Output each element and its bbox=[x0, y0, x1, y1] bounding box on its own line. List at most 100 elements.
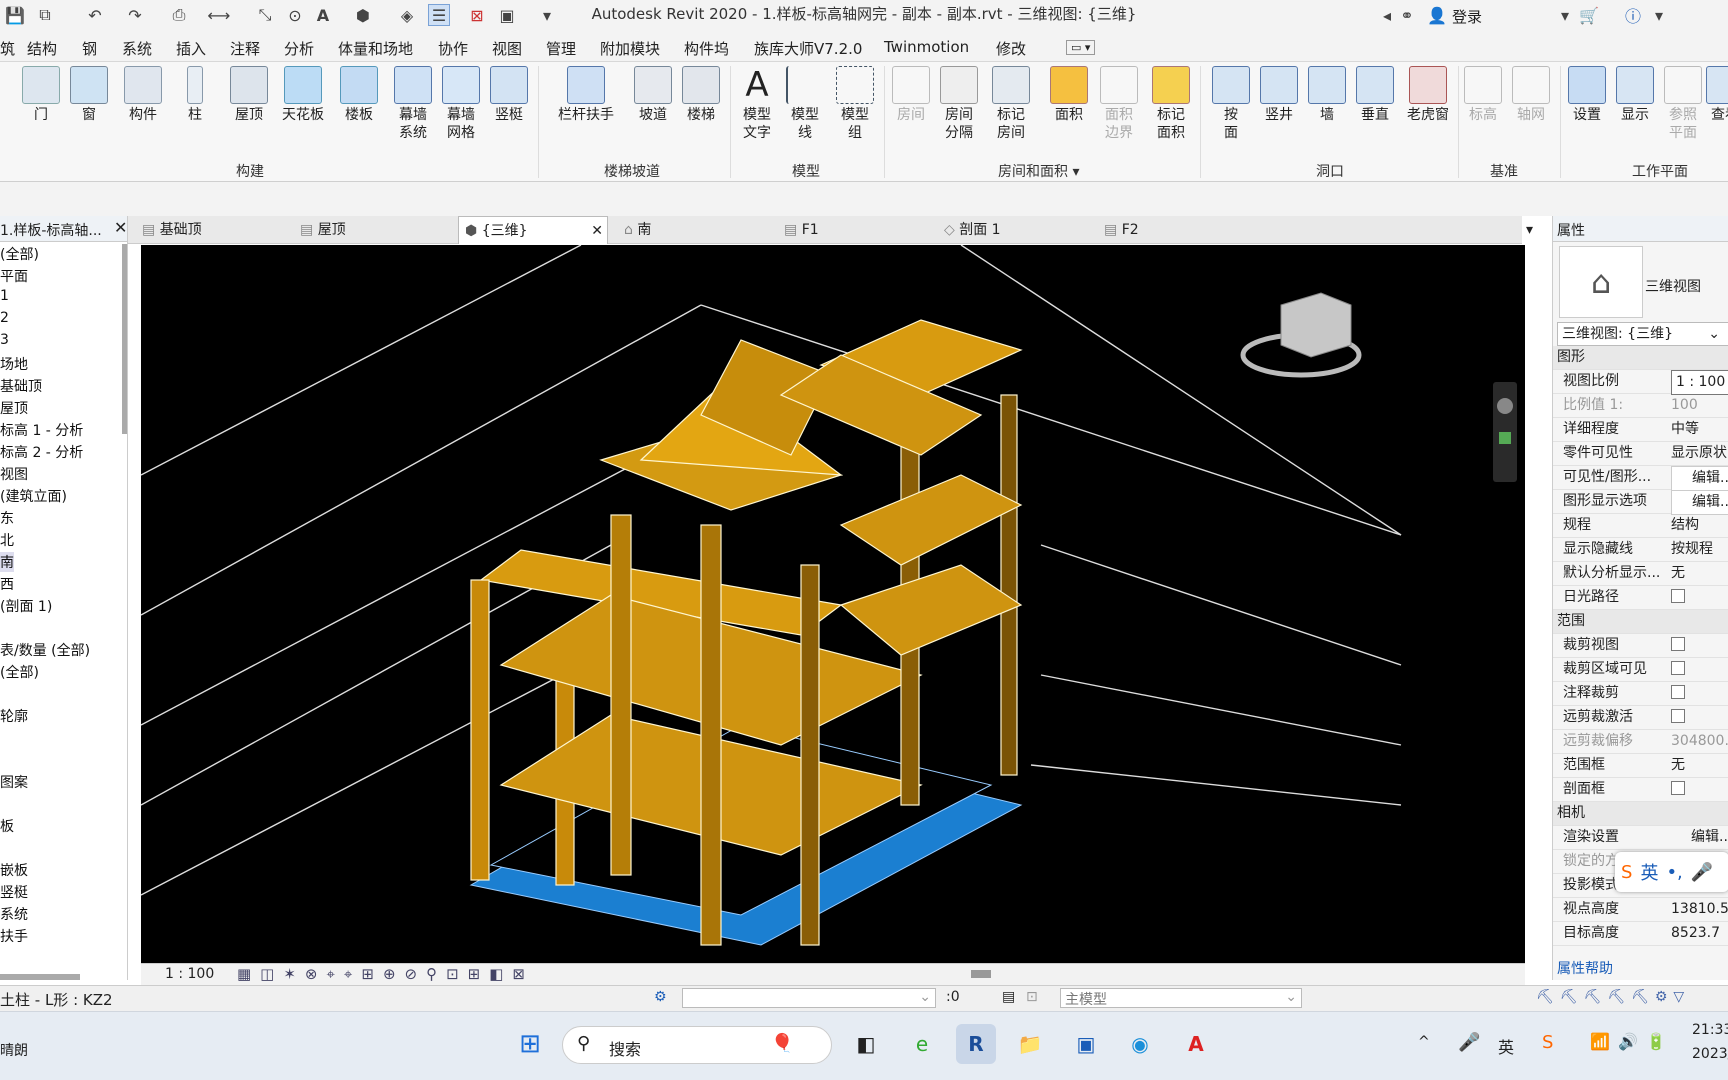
design-options-icon[interactable]: ⊡ bbox=[1026, 989, 1038, 1005]
wall-opening-button[interactable]: 墙 bbox=[1302, 66, 1352, 124]
area-button[interactable]: 面积 bbox=[1044, 66, 1094, 124]
steering-wheel-icon[interactable] bbox=[1497, 398, 1513, 414]
close-icon[interactable]: ✕ bbox=[591, 217, 603, 245]
component-button[interactable]: 构件 bbox=[118, 66, 168, 124]
tree-item[interactable]: 场地 bbox=[0, 354, 28, 374]
tree-item[interactable]: (剖面 1) bbox=[0, 596, 52, 616]
model-line-button[interactable]: 模型 线 bbox=[780, 66, 830, 142]
tab-component-dock[interactable]: 构件坞 bbox=[684, 38, 729, 59]
set-workplane-button[interactable]: 设置 bbox=[1562, 66, 1612, 124]
prop-section-box[interactable]: 剖面框 bbox=[1553, 778, 1728, 802]
railing-button[interactable]: 栏杆扶手 bbox=[552, 66, 620, 124]
tree-item[interactable]: 西 bbox=[0, 574, 14, 594]
mullion-button[interactable]: 竖梃 bbox=[484, 66, 534, 124]
tree-item[interactable]: 基础顶 bbox=[0, 376, 42, 396]
clock-time[interactable]: 21:33 bbox=[1692, 1022, 1728, 1038]
stair-button[interactable]: 楼梯 bbox=[676, 66, 726, 124]
horizontal-scroll-thumb[interactable] bbox=[971, 970, 991, 978]
autocad-icon[interactable]: A bbox=[1176, 1024, 1216, 1064]
tree-item[interactable]: (全部) bbox=[0, 662, 39, 682]
level-button[interactable]: 标高 bbox=[1458, 66, 1508, 124]
tree-item-selected[interactable]: 南 bbox=[0, 552, 14, 572]
view-scale[interactable]: 1 : 100 bbox=[165, 966, 214, 982]
tag-area-button[interactable]: 标记 面积 bbox=[1146, 66, 1196, 142]
checkbox[interactable] bbox=[1671, 661, 1685, 675]
prop-far-clip-active[interactable]: 远剪裁激活 bbox=[1553, 706, 1728, 730]
tab-annotate[interactable]: 注释 bbox=[230, 38, 260, 59]
section-extents[interactable]: 范围 bbox=[1553, 610, 1728, 634]
tray-chevron-icon[interactable]: ^ bbox=[1418, 1034, 1430, 1050]
tree-item[interactable]: (全部) bbox=[0, 244, 39, 264]
section-camera[interactable]: 相机 bbox=[1553, 802, 1728, 826]
model-text-button[interactable]: A 模型 文字 bbox=[732, 66, 782, 142]
prop-crop-visible[interactable]: 裁剪区域可见 bbox=[1553, 658, 1728, 682]
checkbox[interactable] bbox=[1671, 589, 1685, 603]
sogou-tray-icon[interactable]: S bbox=[1542, 1032, 1553, 1053]
tab-collaborate[interactable]: 协作 bbox=[438, 38, 468, 59]
ie-icon[interactable]: e bbox=[902, 1024, 942, 1064]
tab-steel[interactable]: 钢 bbox=[82, 38, 97, 59]
tree-item[interactable]: 2 bbox=[0, 310, 9, 326]
start-icon[interactable]: ⊞ bbox=[510, 1024, 550, 1064]
model-group-button[interactable]: 模型 组 bbox=[830, 66, 880, 142]
clock-date[interactable]: 2023/ bbox=[1692, 1046, 1728, 1062]
show-workplane-button[interactable]: 显示 bbox=[1610, 66, 1660, 124]
tree-item[interactable]: 系统 bbox=[0, 904, 28, 924]
ceiling-button[interactable]: 天花板 bbox=[278, 66, 328, 124]
view-type-selector[interactable]: 三维视图: {三维} ⌄ bbox=[1557, 322, 1728, 346]
tree-item[interactable]: 3 bbox=[0, 332, 9, 348]
login-link[interactable]: 登录 bbox=[1452, 6, 1482, 27]
checkbox[interactable] bbox=[1671, 709, 1685, 723]
tab-manage[interactable]: 管理 bbox=[546, 38, 576, 59]
tabs-dropdown-icon[interactable]: ▾ bbox=[1526, 216, 1533, 244]
view-tab-section[interactable]: ◇ 剖面 1 bbox=[944, 216, 1074, 244]
tab-architecture[interactable]: 筑 bbox=[0, 38, 15, 59]
tab-family-master[interactable]: 族库大师V7.2.0 bbox=[754, 38, 862, 59]
checkbox[interactable] bbox=[1671, 637, 1685, 651]
tab-massing[interactable]: 体量和场地 bbox=[338, 38, 413, 59]
ramp-button[interactable]: 坡道 bbox=[628, 66, 678, 124]
prop-crop-view[interactable]: 裁剪视图 bbox=[1553, 634, 1728, 658]
room-separator-button[interactable]: 房间 分隔 bbox=[934, 66, 984, 142]
tree-item[interactable]: 嵌板 bbox=[0, 860, 28, 880]
tree-item[interactable]: (建筑立面) bbox=[0, 486, 67, 506]
checkbox[interactable] bbox=[1671, 781, 1685, 795]
viewer-button[interactable]: 查看 bbox=[1700, 66, 1728, 124]
binoculars-icon[interactable]: ⚭ bbox=[1396, 4, 1418, 26]
tab-insert[interactable]: 插入 bbox=[176, 38, 206, 59]
prop-render-settings[interactable]: 渲染设置编辑... bbox=[1553, 826, 1728, 850]
left-arrow-icon[interactable]: ◂ bbox=[1376, 4, 1398, 26]
close-icon[interactable]: ✕ bbox=[114, 218, 127, 237]
area-boundary-button[interactable]: 面积 边界 bbox=[1094, 66, 1144, 142]
view-tab-roof[interactable]: ▤ 屋顶 bbox=[300, 216, 430, 244]
tab-addins[interactable]: 附加模块 bbox=[600, 38, 660, 59]
tree-item[interactable]: 标高 2 - 分析 bbox=[0, 442, 83, 462]
tree-item[interactable]: 轮廓 bbox=[0, 706, 28, 726]
tab-analyze[interactable]: 分析 bbox=[284, 38, 314, 59]
door-button[interactable]: 门 bbox=[16, 66, 66, 124]
tree-item[interactable]: 东 bbox=[0, 508, 14, 528]
section-graphics[interactable]: 图形 bbox=[1553, 346, 1728, 370]
horizontal-scrollbar[interactable] bbox=[0, 974, 80, 980]
tree-item[interactable]: 板 bbox=[0, 816, 14, 836]
help-icon[interactable]: ⓘ bbox=[1622, 4, 1644, 26]
prop-view-scale[interactable]: 视图比例 1 : 100 bbox=[1553, 370, 1728, 395]
user-icon[interactable]: 👤 bbox=[1426, 4, 1448, 26]
view-tab-foundation[interactable]: ▤ 基础顶 bbox=[142, 216, 272, 244]
file-explorer-icon[interactable]: 📁 bbox=[1010, 1024, 1050, 1064]
volume-icon[interactable]: 🔊 bbox=[1618, 1032, 1638, 1051]
tree-item[interactable]: 竖梃 bbox=[0, 882, 28, 902]
tree-item[interactable]: 屋顶 bbox=[0, 398, 28, 418]
grid-button[interactable]: 轴网 bbox=[1506, 66, 1556, 124]
tag-room-button[interactable]: 标记 房间 bbox=[986, 66, 1036, 142]
battery-icon[interactable]: 🔋 bbox=[1646, 1032, 1666, 1051]
tab-view[interactable]: 视图 bbox=[492, 38, 522, 59]
prop-hidden-lines[interactable]: 显示隐藏线 按规程 bbox=[1553, 538, 1728, 562]
window-button[interactable]: 窗 bbox=[64, 66, 114, 124]
view-tab-f1[interactable]: ▤ F1 bbox=[784, 216, 914, 244]
prop-scope-box[interactable]: 范围框无 bbox=[1553, 754, 1728, 778]
group-room-area[interactable]: 房间和面积 ▾ bbox=[998, 161, 1079, 181]
tree-item[interactable]: 1 bbox=[0, 288, 9, 304]
prop-target-elevation[interactable]: 目标高度 8523.7 bbox=[1553, 922, 1728, 946]
prop-parts-visibility[interactable]: 零件可见性 显示原状 bbox=[1553, 442, 1728, 466]
